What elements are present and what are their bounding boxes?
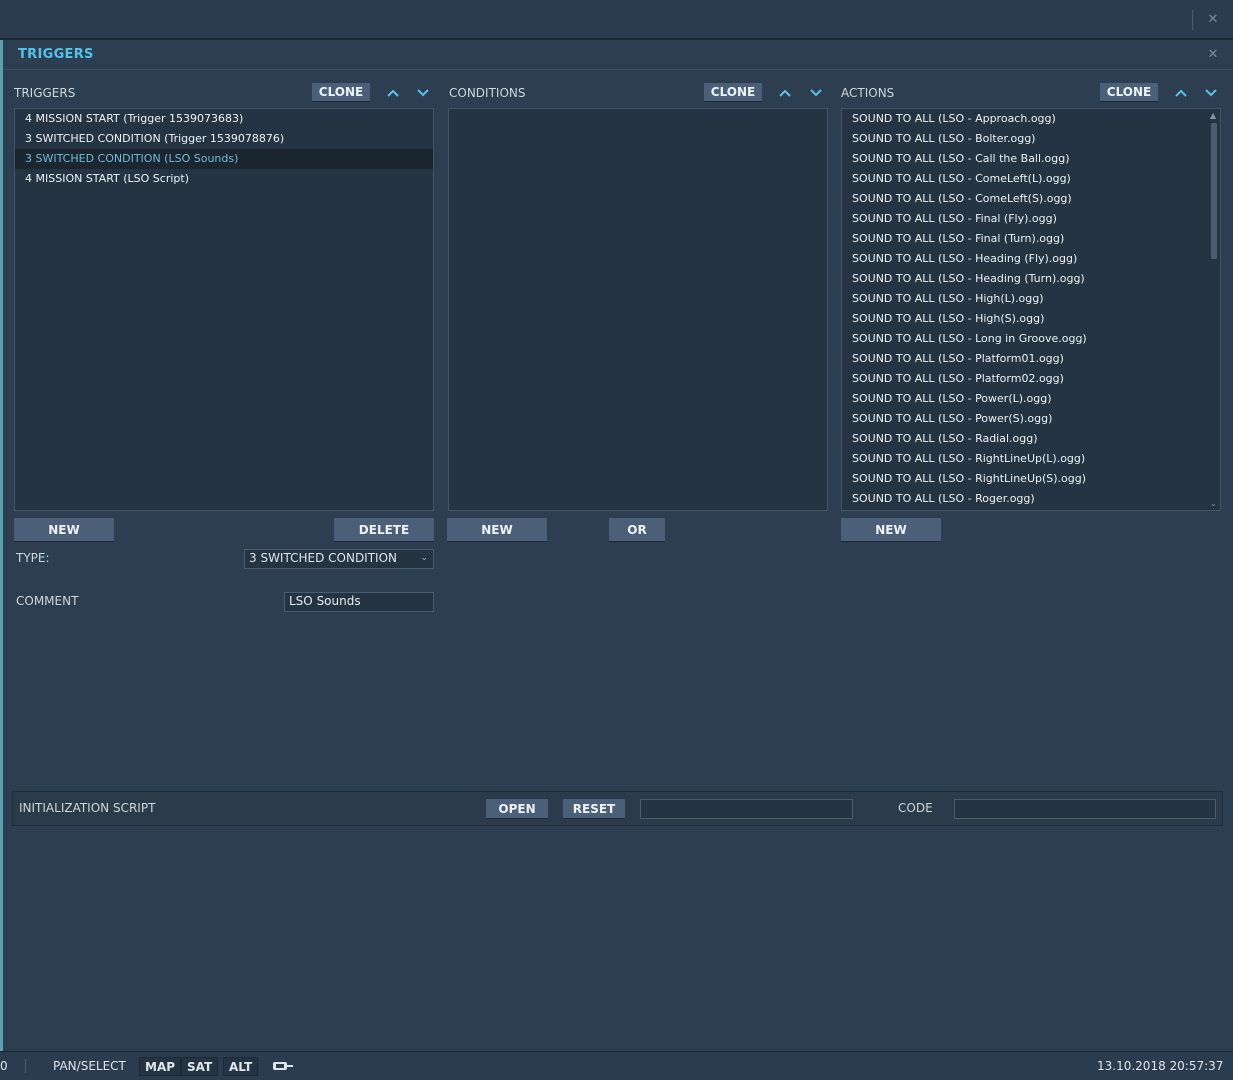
alt-toggle-button[interactable]: ALT	[223, 1057, 259, 1076]
action-item[interactable]: SOUND TO ALL (LSO - Power(L).ogg)	[842, 389, 1220, 409]
move-up-icon[interactable]	[777, 85, 793, 101]
trigger-item[interactable]: 4 MISSION START (Trigger 1539073683)	[15, 109, 433, 129]
move-up-icon[interactable]	[385, 85, 401, 101]
trigger-item[interactable]: 3 SWITCHED CONDITION (Trigger 1539078876…	[15, 129, 433, 149]
action-item[interactable]: SOUND TO ALL (LSO - Roger.ogg)	[842, 489, 1220, 509]
action-item[interactable]: SOUND TO ALL (LSO - High(S).ogg)	[842, 309, 1220, 329]
action-item[interactable]: SOUND TO ALL (LSO - Power(S).ogg)	[842, 409, 1220, 429]
action-item[interactable]: SOUND TO ALL (LSO - Platform01.ogg)	[842, 349, 1220, 369]
action-item[interactable]: SOUND TO ALL (LSO - Heading (Turn).ogg)	[842, 269, 1220, 289]
map-toggle-button[interactable]: MAP	[139, 1057, 182, 1076]
scrollbar-thumb[interactable]	[1211, 123, 1217, 259]
action-item[interactable]: SOUND TO ALL (LSO - Platform02.ogg)	[842, 369, 1220, 389]
conditions-new-button[interactable]: NEW	[447, 518, 547, 542]
close-icon[interactable]: ✕	[1206, 48, 1220, 62]
status-divider	[25, 1059, 26, 1073]
move-down-icon[interactable]	[808, 85, 824, 101]
triggers-list[interactable]: 4 MISSION START (Trigger 1539073683) 3 S…	[14, 108, 434, 511]
triggers-new-button[interactable]: NEW	[14, 518, 114, 542]
action-item[interactable]: SOUND TO ALL (LSO - Call the Ball.ogg)	[842, 149, 1220, 169]
action-item[interactable]: SOUND TO ALL (LSO - Heading (Fly).ogg)	[842, 249, 1220, 269]
close-icon[interactable]: ✕	[1206, 13, 1220, 27]
trigger-item[interactable]: 4 MISSION START (LSO Script)	[15, 169, 433, 189]
move-up-icon[interactable]	[1173, 85, 1189, 101]
triggers-delete-button[interactable]: DELETE	[334, 518, 434, 542]
trigger-item-selected[interactable]: 3 SWITCHED CONDITION (LSO Sounds)	[15, 149, 433, 169]
action-item[interactable]: SOUND TO ALL (LSO - Final (Turn).ogg)	[842, 229, 1220, 249]
datetime-display: 13.10.2018 20:57:37	[1097, 1059, 1224, 1073]
conditions-or-button[interactable]: OR	[609, 518, 665, 542]
triggers-label: TRIGGERS	[14, 86, 76, 100]
actions-list[interactable]: SOUND TO ALL (LSO - Approach.ogg) SOUND …	[841, 108, 1221, 511]
top-bar: ✕	[0, 0, 1233, 40]
sat-toggle-button[interactable]: SAT	[181, 1057, 219, 1076]
move-down-icon[interactable]	[1203, 85, 1219, 101]
conditions-clone-button[interactable]: CLONE	[704, 83, 762, 102]
initialization-script-bar: INITIALIZATION SCRIPT OPEN RESET CODE	[12, 791, 1223, 826]
action-item[interactable]: SOUND TO ALL (LSO - RightLineUp(L).ogg)	[842, 449, 1220, 469]
init-reset-button[interactable]: RESET	[563, 799, 625, 819]
type-select-value: 3 SWITCHED CONDITION	[249, 551, 398, 565]
scroll-down-icon[interactable]: ⌄	[1210, 499, 1217, 508]
comment-label: COMMENT	[16, 594, 79, 608]
action-item[interactable]: SOUND TO ALL (LSO - Final (Fly).ogg)	[842, 209, 1220, 229]
window-title: TRIGGERS	[18, 47, 94, 62]
top-bar-divider	[1192, 10, 1193, 30]
chevron-down-icon: ⌄	[420, 553, 428, 563]
type-label: TYPE:	[16, 551, 50, 565]
action-item[interactable]: SOUND TO ALL (LSO - Long in Groove.ogg)	[842, 329, 1220, 349]
action-item[interactable]: SOUND TO ALL (LSO - High(L).ogg)	[842, 289, 1220, 309]
conditions-list[interactable]	[448, 108, 828, 511]
mode-label[interactable]: PAN/SELECT	[53, 1059, 126, 1073]
move-down-icon[interactable]	[415, 85, 431, 101]
action-item[interactable]: SOUND TO ALL (LSO - RightLineUp(S).ogg)	[842, 469, 1220, 489]
status-left-value: 0	[0, 1059, 8, 1073]
action-item[interactable]: SOUND TO ALL (LSO - Bolter.ogg)	[842, 129, 1220, 149]
code-label: CODE	[898, 801, 933, 815]
init-script-file-input[interactable]	[640, 799, 853, 819]
triggers-window: TRIGGERS ✕ TRIGGERS CLONE 4 MISSION STAR…	[3, 40, 1233, 1051]
comment-input[interactable]: LSO Sounds	[284, 592, 434, 612]
status-bar: 0 PAN/SELECT MAP SAT ALT 13.10.2018 20:5…	[0, 1051, 1233, 1080]
scroll-up-icon[interactable]: ▲	[1210, 111, 1216, 120]
actions-new-button[interactable]: NEW	[841, 518, 941, 542]
triggers-clone-button[interactable]: CLONE	[312, 83, 370, 102]
actions-clone-button[interactable]: CLONE	[1100, 83, 1158, 102]
map-layer-icon[interactable]	[272, 1060, 294, 1072]
code-input[interactable]	[954, 799, 1216, 819]
type-select[interactable]: 3 SWITCHED CONDITION ⌄	[244, 549, 434, 569]
action-item[interactable]: SOUND TO ALL (LSO - Approach.ogg)	[842, 109, 1220, 129]
init-script-label: INITIALIZATION SCRIPT	[19, 801, 156, 815]
init-open-button[interactable]: OPEN	[486, 799, 548, 819]
window-title-bar: TRIGGERS ✕	[3, 40, 1233, 70]
action-item[interactable]: SOUND TO ALL (LSO - ComeLeft(S).ogg)	[842, 189, 1220, 209]
action-item[interactable]: SOUND TO ALL (LSO - Radial.ogg)	[842, 429, 1220, 449]
actions-label: ACTIONS	[841, 86, 895, 100]
actions-scrollbar[interactable]: ▲ ⌄	[1208, 109, 1220, 510]
action-item[interactable]: SOUND TO ALL (LSO - ComeLeft(L).ogg)	[842, 169, 1220, 189]
conditions-label: CONDITIONS	[449, 86, 526, 100]
